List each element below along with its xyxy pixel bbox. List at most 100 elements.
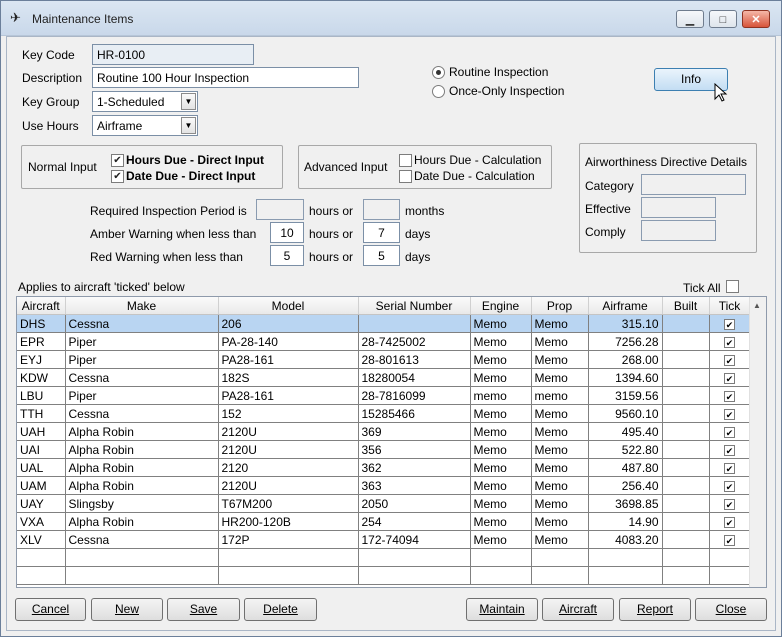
cell-make[interactable]: Piper: [65, 350, 219, 369]
cell-serial[interactable]: 254: [358, 512, 471, 531]
cell-make[interactable]: Alpha Robin: [65, 440, 219, 459]
cell-airframe[interactable]: 4083.20: [588, 530, 663, 549]
cell-prop[interactable]: Memo: [531, 314, 589, 333]
cell-serial[interactable]: 28-7425002: [358, 332, 471, 351]
save-button[interactable]: Save: [167, 598, 240, 621]
chevron-down-icon[interactable]: ▼: [181, 117, 196, 134]
row-tick-checkbox[interactable]: ✔: [724, 516, 735, 528]
close-button[interactable]: Close: [695, 598, 767, 621]
date-due-direct-label[interactable]: Date Due - Direct Input: [126, 169, 255, 183]
table-row[interactable]: LBU Piper PA28-161 28-7816099 memo memo 3159.5…: [17, 386, 751, 405]
cell-built[interactable]: [662, 422, 710, 441]
cell-serial[interactable]: 2050: [358, 494, 471, 513]
category-field[interactable]: [641, 174, 746, 195]
cell-airframe[interactable]: 3698.85: [588, 494, 663, 513]
cancel-button[interactable]: Cancel: [15, 598, 86, 621]
column-header-engine[interactable]: Engine: [470, 297, 532, 315]
cell-model[interactable]: 2120U: [218, 440, 359, 459]
red-hours-field[interactable]: 5: [270, 245, 304, 266]
cell-built[interactable]: [662, 530, 710, 549]
row-tick-checkbox[interactable]: ✔: [724, 390, 735, 402]
table-row[interactable]: TTH Cessna 152 15285466 Memo Memo 9560.10 ✔: [17, 404, 751, 423]
cell-engine[interactable]: Memo: [470, 404, 532, 423]
key-code-field[interactable]: HR-0100: [92, 44, 254, 65]
comply-field[interactable]: [641, 220, 716, 241]
column-header-aircraft[interactable]: Aircraft: [17, 297, 66, 315]
hours-due-direct-label[interactable]: Hours Due - Direct Input: [126, 153, 264, 167]
cell-aircraft[interactable]: UAI: [17, 440, 66, 459]
red-days-field[interactable]: 5: [363, 245, 400, 266]
column-header-airframe[interactable]: Airframe: [588, 297, 663, 315]
cell-serial[interactable]: 172-74094: [358, 530, 471, 549]
table-row[interactable]: XLV Cessna 172P 172-74094 Memo Memo 4083.20 ✔: [17, 530, 751, 549]
report-button[interactable]: Report: [619, 598, 691, 621]
column-header-prop[interactable]: Prop: [531, 297, 589, 315]
cell-make[interactable]: Alpha Robin: [65, 458, 219, 477]
aircraft-button[interactable]: Aircraft: [542, 598, 614, 621]
row-tick-checkbox[interactable]: ✔: [724, 534, 735, 546]
cell-engine[interactable]: Memo: [470, 368, 532, 387]
cell-prop[interactable]: Memo: [531, 332, 589, 351]
row-tick-checkbox[interactable]: ✔: [724, 498, 735, 510]
cell-engine[interactable]: Memo: [470, 530, 532, 549]
cell-built[interactable]: [662, 386, 710, 405]
close-window-button[interactable]: ✕: [742, 10, 770, 28]
table-row[interactable]: VXA Alpha Robin HR200-120B 254 Memo Memo 14.90…: [17, 512, 751, 531]
title-bar[interactable]: ✈ Maintenance Items ▁ □ ✕: [1, 1, 781, 36]
cell-model[interactable]: 152: [218, 404, 359, 423]
row-tick-checkbox[interactable]: ✔: [724, 426, 735, 438]
cell-airframe[interactable]: 3159.56: [588, 386, 663, 405]
cell-model[interactable]: 2120: [218, 458, 359, 477]
cell-aircraft[interactable]: KDW: [17, 368, 66, 387]
cell-engine[interactable]: Memo: [470, 350, 532, 369]
cell-engine[interactable]: Memo: [470, 512, 532, 531]
table-row[interactable]: EYJ Piper PA28-161 28-801613 Memo Memo 268.00 ✔: [17, 350, 751, 369]
cell-make[interactable]: Piper: [65, 332, 219, 351]
cell-airframe[interactable]: 268.00: [588, 350, 663, 369]
cell-aircraft[interactable]: VXA: [17, 512, 66, 531]
amber-days-field[interactable]: 7: [363, 222, 400, 243]
table-row[interactable]: KDW Cessna 182S 18280054 Memo Memo 1394.60 ✔: [17, 368, 751, 387]
row-tick-checkbox[interactable]: ✔: [724, 480, 735, 492]
cell-built[interactable]: [662, 440, 710, 459]
cell-built[interactable]: [662, 476, 710, 495]
table-row[interactable]: EPR Piper PA-28-140 28-7425002 Memo Memo 7256.…: [17, 332, 751, 351]
table-row[interactable]: UAH Alpha Robin 2120U 369 Memo Memo 495.40 ✔: [17, 422, 751, 441]
cell-built[interactable]: [662, 458, 710, 477]
minimize-button[interactable]: ▁: [676, 10, 704, 28]
row-tick-checkbox[interactable]: ✔: [724, 408, 735, 420]
cell-airframe[interactable]: 7256.28: [588, 332, 663, 351]
cell-airframe[interactable]: 522.80: [588, 440, 663, 459]
cell-model[interactable]: PA-28-140: [218, 332, 359, 351]
cell-prop[interactable]: Memo: [531, 512, 589, 531]
table-row[interactable]: UAI Alpha Robin 2120U 356 Memo Memo 522.80 ✔: [17, 440, 751, 459]
date-due-calc-checkbox[interactable]: [399, 170, 412, 183]
cell-prop[interactable]: Memo: [531, 404, 589, 423]
hours-due-direct-checkbox[interactable]: ✔: [111, 154, 124, 167]
cell-serial[interactable]: 356: [358, 440, 471, 459]
cell-airframe[interactable]: 495.40: [588, 422, 663, 441]
cell-make[interactable]: Slingsby: [65, 494, 219, 513]
once-only-inspection-radio[interactable]: [432, 85, 445, 98]
cell-aircraft[interactable]: UAL: [17, 458, 66, 477]
cell-built[interactable]: [662, 350, 710, 369]
cell-make[interactable]: Alpha Robin: [65, 476, 219, 495]
cell-make[interactable]: Cessna: [65, 404, 219, 423]
column-header-model[interactable]: Model: [218, 297, 359, 315]
routine-inspection-label[interactable]: Routine Inspection: [449, 65, 548, 79]
cell-serial[interactable]: 18280054: [358, 368, 471, 387]
cell-prop[interactable]: memo: [531, 386, 589, 405]
row-tick-checkbox[interactable]: ✔: [724, 372, 735, 384]
cell-airframe[interactable]: 315.10: [588, 314, 663, 333]
cell-model[interactable]: T67M200: [218, 494, 359, 513]
row-tick-checkbox[interactable]: ✔: [724, 354, 735, 366]
cell-model[interactable]: 2120U: [218, 476, 359, 495]
cell-model[interactable]: 2120U: [218, 422, 359, 441]
cell-aircraft[interactable]: UAH: [17, 422, 66, 441]
date-due-direct-checkbox[interactable]: ✔: [111, 170, 124, 183]
cell-make[interactable]: Piper: [65, 386, 219, 405]
column-header-built[interactable]: Built: [662, 297, 710, 315]
cell-engine[interactable]: Memo: [470, 314, 532, 333]
cell-make[interactable]: Alpha Robin: [65, 422, 219, 441]
cell-engine[interactable]: Memo: [470, 458, 532, 477]
